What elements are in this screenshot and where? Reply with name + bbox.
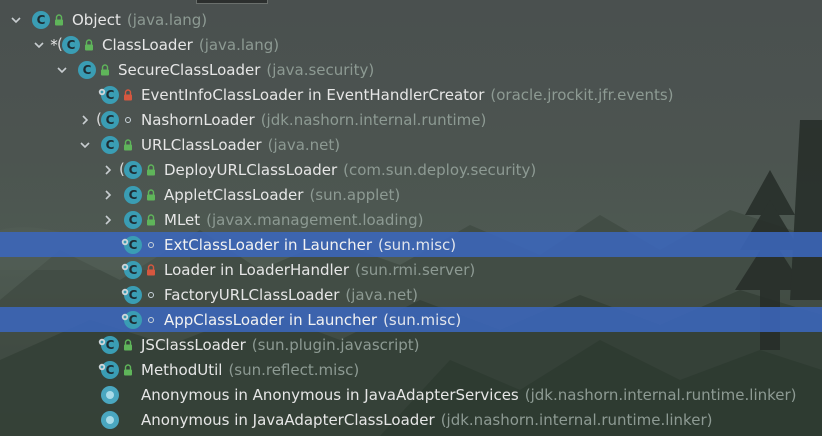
class-name: Anonymous in Anonymous in JavaAdapterSer… bbox=[141, 385, 519, 404]
package-name: (jdk.nashorn.internal.runtime.linker) bbox=[440, 410, 713, 429]
package-name: (sun.applet) bbox=[309, 185, 401, 204]
chevron-right-icon[interactable] bbox=[102, 189, 114, 201]
anonymous-class-icon bbox=[101, 385, 119, 404]
tree-node[interactable]: C URLClassLoader (java.net) bbox=[0, 132, 822, 157]
chevron-down-icon[interactable] bbox=[10, 14, 22, 26]
class-icon: C bbox=[124, 185, 142, 204]
abstract-class-icon: (C bbox=[119, 160, 142, 179]
tree-node[interactable]: C AppletClassLoader (sun.applet) bbox=[0, 182, 822, 207]
hierarchy-tree[interactable]: C Object (java.lang) *(C ClassLoader (java.la… bbox=[0, 7, 822, 432]
package-private-icon bbox=[146, 314, 156, 326]
package-name: (sun.plugin.javascript) bbox=[251, 335, 420, 354]
private-lock-icon bbox=[123, 88, 133, 101]
tree-node[interactable]: C FactoryURLClassLoader (java.net) bbox=[0, 282, 822, 307]
inner-class-icon: C bbox=[121, 285, 142, 304]
package-name: (sun.rmi.server) bbox=[355, 260, 476, 279]
package-name: (java.security) bbox=[266, 60, 375, 79]
tree-node[interactable]: *(C ClassLoader (java.lang) bbox=[0, 32, 822, 57]
abstract-class-icon: (C bbox=[57, 35, 80, 54]
inner-class-icon: C bbox=[121, 260, 142, 279]
package-private-icon bbox=[123, 114, 133, 126]
class-name: SecureClassLoader bbox=[118, 60, 261, 79]
package-name: (sun.reflect.misc) bbox=[228, 360, 360, 379]
class-name: Loader in LoaderHandler bbox=[164, 260, 350, 279]
package-name: (java.lang) bbox=[126, 10, 208, 29]
no-visibility-spacer bbox=[123, 389, 133, 401]
class-name: AppletClassLoader bbox=[164, 185, 304, 204]
public-lock-icon bbox=[123, 363, 133, 376]
package-name: (sun.misc) bbox=[378, 235, 457, 254]
tree-node[interactable]: Anonymous in JavaAdapterClassLoader (jdk.… bbox=[0, 407, 822, 432]
public-lock-icon bbox=[146, 163, 156, 176]
tree-node[interactable]: C EventInfoClassLoader in EventHandlerCre… bbox=[0, 82, 822, 107]
class-name: AppClassLoader in Launcher bbox=[164, 310, 378, 329]
chevron-right-icon[interactable] bbox=[79, 114, 91, 126]
public-lock-icon bbox=[146, 188, 156, 201]
class-name: NashornLoader bbox=[141, 110, 255, 129]
public-lock-icon bbox=[123, 338, 133, 351]
public-lock-icon bbox=[123, 138, 133, 151]
inner-class-icon: C bbox=[121, 310, 142, 329]
abstract-class-icon: (C bbox=[96, 110, 119, 129]
tree-node[interactable]: C SecureClassLoader (java.security) bbox=[0, 57, 822, 82]
tree-node[interactable]: C MLet (javax.management.loading) bbox=[0, 207, 822, 232]
package-name: (java.net) bbox=[267, 135, 341, 154]
top-toolbar-edge bbox=[196, 0, 268, 4]
class-name: DeployURLClassLoader bbox=[164, 160, 338, 179]
inner-class-icon: C bbox=[121, 235, 142, 254]
tree-node[interactable]: C Object (java.lang) bbox=[0, 7, 822, 32]
tree-node[interactable]: C ExtClassLoader in Launcher (sun.misc) bbox=[0, 232, 822, 257]
class-name: FactoryURLClassLoader bbox=[164, 285, 340, 304]
chevron-right-icon[interactable] bbox=[102, 214, 114, 226]
tree-node[interactable]: (C NashornLoader (jdk.nashorn.internal.run… bbox=[0, 107, 822, 132]
no-visibility-spacer bbox=[123, 414, 133, 426]
public-lock-icon bbox=[54, 13, 64, 26]
package-name: (java.net) bbox=[345, 285, 418, 304]
package-name: (jdk.nashorn.internal.runtime.linker) bbox=[524, 385, 797, 404]
chevron-down-icon[interactable] bbox=[79, 139, 91, 151]
package-name: (sun.misc) bbox=[383, 310, 462, 329]
package-private-icon bbox=[146, 239, 156, 251]
class-name: EventInfoClassLoader in EventHandlerCrea… bbox=[141, 85, 485, 104]
class-icon: C bbox=[101, 135, 119, 154]
package-private-icon bbox=[146, 289, 156, 301]
tree-node[interactable]: C AppClassLoader in Launcher (sun.misc) bbox=[0, 307, 822, 332]
class-icon: C bbox=[78, 60, 96, 79]
package-name: (java.lang) bbox=[198, 35, 280, 54]
class-icon: C bbox=[124, 210, 142, 229]
class-name: ClassLoader bbox=[102, 35, 193, 54]
package-name: (com.sun.deploy.security) bbox=[343, 160, 537, 179]
private-lock-icon bbox=[146, 263, 156, 276]
chevron-right-icon[interactable] bbox=[102, 164, 114, 176]
class-icon: C bbox=[32, 10, 50, 29]
class-name: Anonymous in JavaAdapterClassLoader bbox=[141, 410, 435, 429]
class-name: JSClassLoader bbox=[141, 335, 246, 354]
inner-class-icon: C bbox=[98, 360, 119, 379]
inner-class-icon: C bbox=[98, 85, 119, 104]
tree-node[interactable]: C Loader in LoaderHandler (sun.rmi.server) bbox=[0, 257, 822, 282]
class-name: ExtClassLoader in Launcher bbox=[164, 235, 373, 254]
package-name: (jdk.nashorn.internal.runtime) bbox=[260, 110, 487, 129]
public-lock-icon bbox=[100, 63, 110, 76]
public-lock-icon bbox=[84, 38, 94, 51]
class-name: Object bbox=[72, 10, 121, 29]
tree-node[interactable]: Anonymous in Anonymous in JavaAdapterSer… bbox=[0, 382, 822, 407]
public-lock-icon bbox=[146, 213, 156, 226]
inner-class-icon: C bbox=[98, 335, 119, 354]
class-name: MLet bbox=[164, 210, 201, 229]
package-name: (oracle.jrockit.jfr.events) bbox=[490, 85, 674, 104]
class-name: URLClassLoader bbox=[141, 135, 262, 154]
anonymous-class-icon bbox=[101, 410, 119, 429]
chevron-down-icon[interactable] bbox=[56, 64, 68, 76]
package-name: (javax.management.loading) bbox=[206, 210, 424, 229]
tree-node[interactable]: (C DeployURLClassLoader (com.sun.deploy.se… bbox=[0, 157, 822, 182]
tree-node[interactable]: C JSClassLoader (sun.plugin.javascript) bbox=[0, 332, 822, 357]
class-name: MethodUtil bbox=[141, 360, 223, 379]
chevron-down-icon[interactable] bbox=[33, 39, 45, 51]
tree-node[interactable]: C MethodUtil (sun.reflect.misc) bbox=[0, 357, 822, 382]
tree-bottom-edge bbox=[0, 430, 822, 436]
